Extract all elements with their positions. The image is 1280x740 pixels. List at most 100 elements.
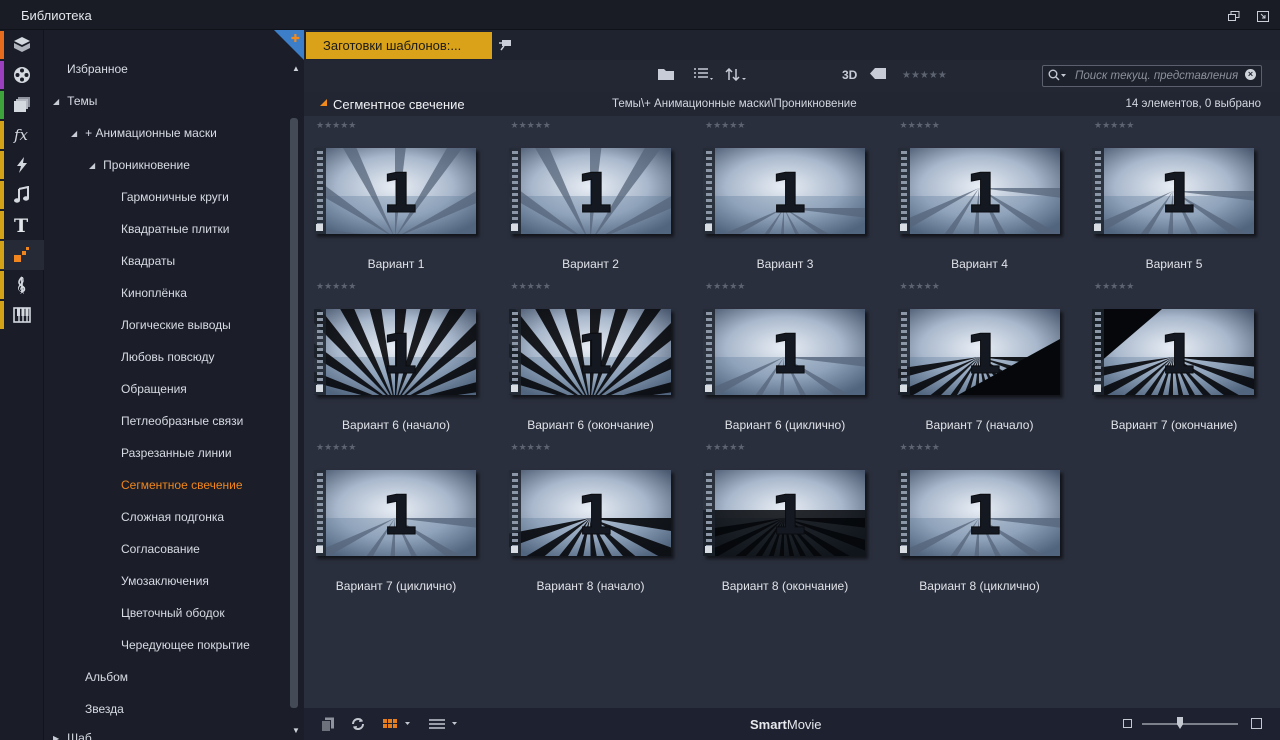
tree-node-theme-item[interactable]: Разрезанные линии [121, 446, 232, 460]
toggle-3d-button[interactable]: 3D [842, 68, 857, 82]
template-thumbnail[interactable]: 1 [1092, 309, 1254, 395]
tree-node-penetration[interactable]: ◢ Проникновение [89, 158, 190, 172]
tag-icon[interactable] [870, 68, 886, 82]
collapse-triangle-icon[interactable]: ◢ [89, 161, 95, 170]
template-thumbnail[interactable]: 1 [703, 470, 865, 556]
collapse-section-icon[interactable] [320, 99, 327, 106]
template-thumbnail[interactable]: 1 [703, 309, 865, 395]
tree-node-theme-item[interactable]: Петлеобразные связи [121, 414, 243, 428]
tree-node-album[interactable]: Альбом [85, 670, 128, 684]
template-thumbnail[interactable]: 1 [314, 470, 476, 556]
tree-node-theme-item[interactable]: Киноплёнка [121, 286, 187, 300]
tree-node-theme-item[interactable]: Квадратные плитки [121, 222, 229, 236]
tile-rating-stars[interactable]: ★★★★★ [900, 442, 940, 453]
zoom-small-icon[interactable] [1123, 719, 1132, 728]
template-tile[interactable]: ★★★★★ 1 Вариант 8 (циклично) [888, 438, 1082, 599]
tile-rating-stars[interactable]: ★★★★★ [900, 120, 940, 131]
template-tile[interactable]: ★★★★★ 1 Вариант 7 (циклично) [304, 438, 498, 599]
zoom-large-icon[interactable] [1251, 718, 1262, 729]
collapse-triangle-icon[interactable]: ◢ [71, 129, 77, 138]
refresh-icon[interactable] [351, 717, 365, 736]
grid-view-icon[interactable] [383, 717, 411, 735]
tile-rating-stars[interactable]: ★★★★★ [1094, 120, 1134, 131]
tree-node-star[interactable]: Звезда [85, 702, 124, 716]
tile-rating-stars[interactable]: ★★★★★ [705, 120, 745, 131]
category-video[interactable] [0, 60, 44, 90]
category-transitions[interactable] [0, 150, 44, 180]
clear-search-icon[interactable]: × [1245, 69, 1256, 80]
tree-node-theme-item[interactable]: Сложная подгонка [121, 510, 224, 524]
tab-templates[interactable]: Заготовки шаблонов:... [306, 32, 492, 59]
rating-filter[interactable]: ★★★★★ [902, 70, 947, 81]
sort-icon[interactable] [725, 67, 747, 84]
tree-node-theme-item[interactable]: Согласование [121, 542, 200, 556]
tile-rating-stars[interactable]: ★★★★★ [316, 442, 356, 453]
smartmovie-button[interactable]: SmartMovie [750, 717, 822, 732]
template-tile[interactable]: ★★★★★ 1 Вариант 3 [693, 116, 887, 277]
category-instruments[interactable] [0, 300, 44, 330]
tree-node-theme-item[interactable]: Любовь повсюду [121, 350, 215, 364]
tree-node-themes[interactable]: ◢ Темы [53, 94, 97, 108]
copy-pages-icon[interactable] [321, 717, 335, 737]
category-music[interactable]: 𝄞 [0, 270, 44, 300]
list-view-icon[interactable] [694, 68, 714, 84]
tree-node-theme-item[interactable]: Квадраты [121, 254, 175, 268]
tree-scrollbar-thumb[interactable] [290, 118, 298, 708]
template-tile[interactable]: ★★★★★ 1 Вариант 1 [304, 116, 498, 277]
scroll-up-arrow-icon[interactable]: ▲ [292, 64, 300, 73]
category-titles[interactable]: T [0, 210, 44, 240]
template-thumbnail[interactable]: 1 [897, 470, 1060, 556]
tree-node-theme-item[interactable]: Гармоничные круги [121, 190, 229, 204]
zoom-slider-handle[interactable] [1177, 717, 1183, 729]
tree-node-theme-item[interactable]: Чередующее покрытие [121, 638, 250, 652]
template-tile[interactable]: ★★★★★ 1 Вариант 8 (начало) [499, 438, 693, 599]
template-tile[interactable]: ★★★★★ 1 Вариант 5 [1082, 116, 1276, 277]
template-tile[interactable]: ★★★★★ 1 Вариант 7 (окончание) [1082, 277, 1276, 438]
tree-node-theme-item[interactable]: Умозаключения [121, 574, 209, 588]
tile-rating-stars[interactable]: ★★★★★ [511, 442, 551, 453]
menu-icon[interactable] [429, 717, 459, 735]
tile-rating-stars[interactable]: ★★★★★ [316, 120, 356, 131]
zoom-slider-track[interactable] [1142, 723, 1238, 725]
pin-icon[interactable]: ✚ [291, 32, 300, 45]
template-tile[interactable]: ★★★★★ 1 Вариант 8 (окончание) [693, 438, 887, 599]
restore-window-icon[interactable] [1228, 9, 1240, 21]
tile-rating-stars[interactable]: ★★★★★ [316, 281, 356, 292]
template-thumbnail[interactable]: 1 [314, 148, 476, 234]
template-tile[interactable]: ★★★★★ 1 Вариант 2 [499, 116, 693, 277]
tile-rating-stars[interactable]: ★★★★★ [1094, 281, 1134, 292]
template-tile[interactable]: ★★★★★ 1 Вариант 6 (циклично) [693, 277, 887, 438]
tree-node-clipped[interactable]: ▶ Шаб... [53, 731, 102, 740]
template-thumbnail[interactable]: 1 [703, 148, 865, 234]
search-input[interactable]: Поиск текущ. представления × [1042, 65, 1262, 87]
category-montage[interactable] [0, 240, 44, 270]
tree-node-favorites[interactable]: Избранное [67, 62, 128, 76]
tile-rating-stars[interactable]: ★★★★★ [705, 281, 745, 292]
template-thumbnail[interactable]: 1 [508, 309, 671, 395]
category-projects[interactable] [0, 30, 44, 60]
tile-rating-stars[interactable]: ★★★★★ [900, 281, 940, 292]
detach-window-icon[interactable] [1257, 9, 1269, 22]
template-thumbnail[interactable]: 1 [897, 148, 1060, 234]
tree-node-theme-item[interactable]: Логические выводы [121, 318, 231, 332]
template-thumbnail[interactable]: 1 [1092, 148, 1254, 234]
template-tile[interactable]: ★★★★★ 1 Вариант 6 (начало) [304, 277, 498, 438]
template-thumbnail[interactable]: 1 [508, 148, 671, 234]
tree-node-theme-item[interactable]: Цветочный ободок [121, 606, 225, 620]
category-audio[interactable] [0, 180, 44, 210]
collapse-triangle-icon[interactable]: ◢ [53, 97, 59, 106]
template-tile[interactable]: ★★★★★ 1 Вариант 7 (начало) [888, 277, 1082, 438]
tile-rating-stars[interactable]: ★★★★★ [511, 281, 551, 292]
new-tab-pin-icon[interactable] [498, 38, 512, 51]
folder-icon[interactable] [658, 68, 675, 84]
template-thumbnail[interactable]: 1 [897, 309, 1060, 395]
tree-node-theme-item[interactable]: Сегментное свечение [121, 478, 243, 492]
expand-triangle-icon[interactable]: ▶ [53, 734, 59, 740]
category-photos[interactable] [0, 90, 44, 120]
category-effects[interactable]: fx [0, 120, 44, 150]
template-thumbnail[interactable]: 1 [314, 309, 476, 395]
scroll-down-arrow-icon[interactable]: ▼ [292, 726, 300, 735]
template-thumbnail[interactable]: 1 [508, 470, 671, 556]
template-tile[interactable]: ★★★★★ 1 Вариант 4 [888, 116, 1082, 277]
tree-node-anim-masks[interactable]: ◢ + Анимационные маски [71, 126, 217, 140]
